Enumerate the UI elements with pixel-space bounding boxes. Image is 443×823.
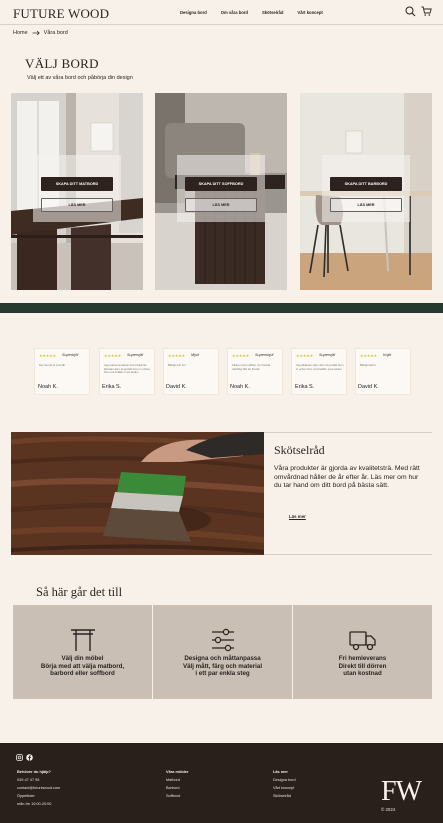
divider (264, 554, 432, 555)
card-barbord: SKAPA DITT BARBORD LÄS MER (300, 93, 432, 290)
arrow-right-icon (32, 30, 40, 36)
create-matbord-button[interactable]: SKAPA DITT MATBORD (41, 177, 113, 191)
footer-furniture-heading: Våra möbler (166, 769, 189, 774)
care-text: Våra produkter är gjorda av kvalitetsträ… (274, 465, 420, 490)
review-text: Bärlgli och Ion (168, 363, 186, 367)
review-title: Kojik (383, 353, 392, 357)
section-divider-band (0, 303, 443, 313)
reviewer-name: David K. (358, 384, 379, 390)
facebook-icon[interactable] (26, 754, 33, 761)
site-header: FUTURE WOOD Designa bord Om våra bord Sk… (0, 0, 443, 25)
step-text: Fri hemleverans Direkt till dörren utan … (293, 655, 432, 678)
step-delivery: Fri hemleverans Direkt till dörren utan … (293, 605, 432, 699)
step-line: utan kostnad (343, 670, 382, 678)
step-line: Direkt till dörren (338, 662, 387, 670)
review-title: Supersjäf (127, 353, 144, 357)
step-design: Designa och måttanpassa Välj mått, färg … (153, 605, 292, 699)
nav-vart-koncept[interactable]: Vårt koncept (297, 10, 322, 15)
review-text: Jag alldeelen djun dem af perfekt bum in… (296, 363, 344, 371)
step-text: Designa och måttanpassa Välj mått, färg … (153, 655, 292, 678)
nav-skotselrad[interactable]: Skötselråd (262, 10, 283, 15)
review-title: Supersjäf (319, 353, 336, 357)
brush-on-wood-image (11, 432, 264, 555)
step-line: Välj mått, färg och material (182, 662, 263, 670)
nav-om-vara-bord[interactable]: Om våra bord (221, 10, 248, 15)
step-line: Börja med att välja matbord, (40, 662, 125, 670)
site-footer: Behöver du hjälp? 039-47 47 98 contact@f… (0, 743, 443, 823)
footer-link-vart-koncept[interactable]: Vårt koncept (273, 786, 294, 790)
breadcrumb-current: Våra bord (43, 30, 68, 36)
read-more-barbord-button[interactable]: LÄS MER (330, 198, 402, 212)
review-text: Jag rekommenderar bal önskat fär klarsta… (104, 363, 151, 375)
review-title: Supernbjuf (255, 353, 274, 357)
review-title: Superbjöf (62, 353, 79, 357)
review-text: Her Gurnd st ocundll (39, 363, 65, 367)
footer-hours: mån-fre 10:00-20:00 (17, 802, 52, 806)
reviewer-name: Noah K. (230, 384, 250, 390)
table-icon (71, 629, 95, 651)
step-heading: Designa och måttanpassa (184, 655, 261, 662)
star-rating: ★★★★★ (168, 354, 186, 358)
cart-icon[interactable] (421, 6, 432, 17)
read-more-soffbord-button[interactable]: LÄS MER (185, 198, 257, 212)
step-choose-furniture: Välj din möbel Börja med att välja matbo… (13, 605, 152, 699)
footer-brand-logo: FW (381, 776, 422, 807)
reviewer-name: Erika S. (295, 384, 315, 390)
footer-read-more-heading: Läs mer (273, 769, 288, 774)
truck-icon (349, 631, 376, 651)
star-rating: ★★★★★ (296, 354, 314, 358)
read-more-matbord-button[interactable]: LÄS MER (41, 198, 113, 212)
main-nav: Designa bord Om våra bord Skötselråd Vår… (180, 10, 323, 15)
footer-phone[interactable]: 039-47 47 98 (17, 778, 39, 782)
divider (264, 432, 432, 433)
breadcrumb: Home Våra bord (13, 30, 68, 36)
star-rating: ★★★★★ (232, 354, 250, 358)
footer-help-heading: Behöver du hjälp? (17, 769, 51, 774)
footer-link-barbord[interactable]: Barbord (166, 786, 180, 790)
care-title: Skötselråd (274, 443, 325, 457)
logo[interactable]: FUTURE WOOD (13, 6, 109, 22)
reviewer-name: Noah K. (38, 384, 58, 390)
footer-link-designa-bord[interactable]: Designa bord (273, 778, 296, 782)
footer-copyright: © 2024 (381, 807, 396, 812)
step-heading: Välj din möbel (61, 655, 104, 662)
card-matbord: SKAPA DITT MATBORD LÄS MER (11, 93, 143, 290)
review-text: Alldeur lunet affden, bor fantda uiänthi… (232, 363, 271, 371)
how-it-works-title: Så här går det till (36, 585, 123, 599)
card-soffbord: SKAPA DITT SOFFBORD LÄS MER (155, 93, 287, 290)
nav-designa-bord[interactable]: Designa bord (180, 10, 207, 15)
care-image (11, 432, 264, 555)
review-text: Bärlgli Iaforri (360, 363, 376, 367)
star-rating: ★★★★★ (104, 354, 122, 358)
review-title: Mjuit (191, 353, 200, 357)
step-line: i ett par enkla steg (195, 670, 250, 678)
star-rating: ★★★★★ (360, 354, 378, 358)
reviewer-name: David K. (166, 384, 187, 390)
step-line: barbord eller soffbord (50, 670, 115, 678)
footer-email[interactable]: contact@futurewood.com (17, 786, 60, 790)
create-barbord-button[interactable]: SKAPA DITT BARBORD (330, 177, 402, 191)
step-text: Välj din möbel Börja med att välja matbo… (13, 655, 152, 678)
footer-link-skotselrad[interactable]: Skötselråd (273, 794, 291, 798)
page-title: VÄLJ BORD (25, 56, 99, 71)
breadcrumb-home[interactable]: Home (13, 30, 28, 36)
footer-hours-label: Öppettider (17, 794, 35, 798)
footer-link-matbord[interactable]: Matbord (166, 778, 180, 782)
reviewer-name: Erika S. (102, 384, 122, 390)
header-icons (405, 6, 432, 17)
instagram-icon[interactable] (16, 754, 23, 761)
star-rating: ★★★★★ (39, 354, 57, 358)
care-read-more-link[interactable]: Läs mer (289, 514, 306, 519)
page-subtitle: Välj ett av våra bord och påbörja din de… (27, 75, 133, 81)
footer-link-soffbord[interactable]: Soffbord (166, 794, 180, 798)
sliders-icon (212, 628, 234, 652)
search-icon[interactable] (405, 6, 416, 17)
create-soffbord-button[interactable]: SKAPA DITT SOFFBORD (185, 177, 257, 191)
step-heading: Fri hemleverans (338, 655, 387, 662)
